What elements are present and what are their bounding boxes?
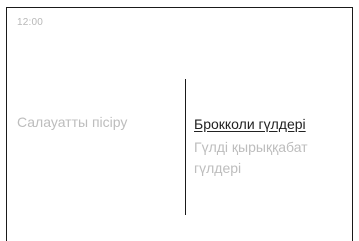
clock-time: 12:00 <box>17 17 44 28</box>
category-label[interactable]: Салауатты пісіру <box>17 114 127 130</box>
submenu-list: Брокколи гүлдері Гүлді қырыққабат гүлдер… <box>194 114 354 179</box>
menu-item-broccoli-florets[interactable]: Брокколи гүлдері <box>194 114 354 135</box>
menu-item-cauliflower-florets[interactable]: Гүлді қырыққабат гүлдері <box>194 137 334 179</box>
menu-divider <box>185 79 186 215</box>
display-screen: 12:00 Салауатты пісіру Брокколи гүлдері … <box>6 7 353 241</box>
